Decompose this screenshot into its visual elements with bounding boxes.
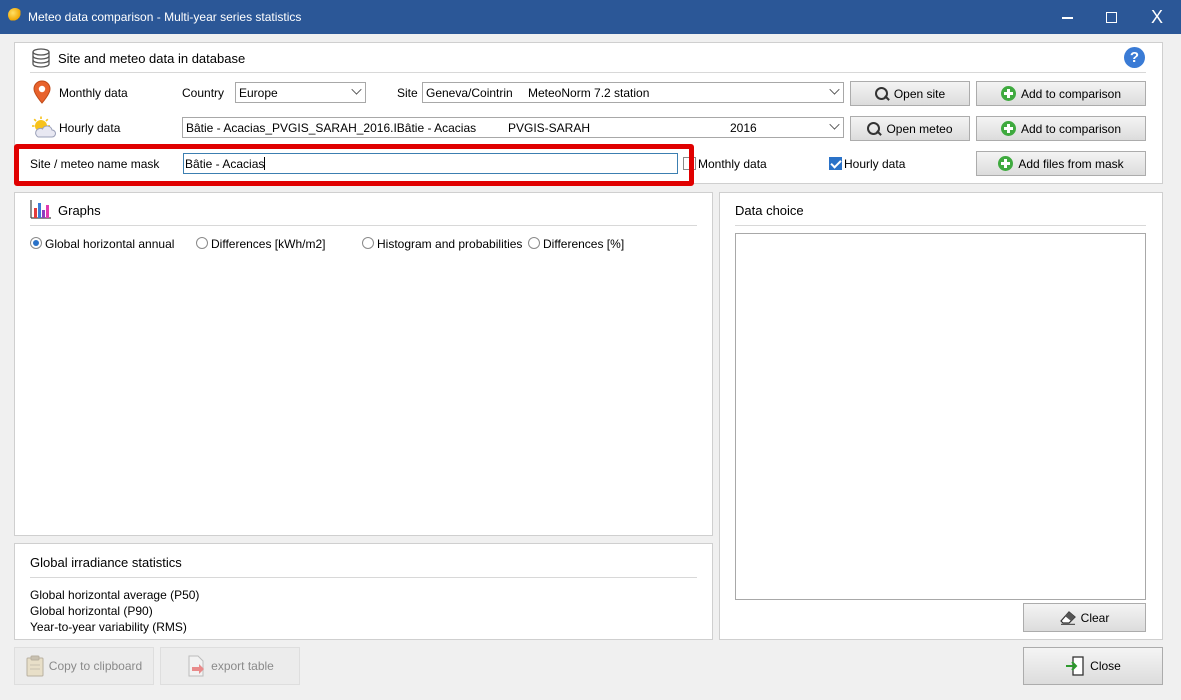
data-choice-divider [735, 225, 1146, 226]
chevron-down-icon [829, 119, 840, 130]
close-button[interactable]: Close [1023, 647, 1163, 685]
chevron-down-icon [829, 84, 840, 95]
stat-row-p90: Global horizontal (P90) [30, 604, 153, 618]
maximize-button[interactable] [1088, 0, 1134, 34]
add-to-comparison-hourly-button[interactable]: Add to comparison [976, 116, 1146, 141]
search-icon [867, 121, 881, 136]
open-meteo-button[interactable]: Open meteo [850, 116, 970, 141]
maximize-icon [1105, 11, 1117, 23]
clear-button[interactable]: Clear [1023, 603, 1146, 632]
weather-sun-cloud-icon [30, 116, 56, 143]
country-value: Europe [239, 86, 278, 100]
graphs-header: Graphs [58, 203, 101, 218]
window-title: Meteo data comparison - Multi-year serie… [28, 10, 302, 24]
site-section-header: Site and meteo data in database [58, 51, 246, 66]
copy-to-clipboard-button[interactable]: Copy to clipboard [14, 647, 154, 685]
bar-chart-icon [30, 199, 52, 222]
site-value: Geneva/Cointrin [426, 86, 513, 100]
open-meteo-label: Open meteo [886, 121, 953, 136]
eraser-icon [1059, 610, 1076, 625]
add-comparison-label: Add to comparison [1020, 121, 1122, 136]
monthly-data-checkbox-label: Monthly data [698, 157, 767, 171]
chevron-down-icon [351, 84, 362, 95]
copy-label: Copy to clipboard [48, 659, 143, 673]
app-icon [8, 8, 22, 22]
hourly-data-checkbox[interactable] [829, 157, 842, 170]
radio-differences-percent[interactable] [528, 237, 540, 249]
highlight-annotation [14, 144, 694, 186]
radio-label: Differences [kWh/m2] [211, 237, 326, 251]
add-icon [1000, 86, 1016, 101]
add-icon [1000, 121, 1016, 136]
monthly-data-label: Monthly data [59, 86, 128, 100]
country-label: Country [182, 86, 225, 100]
stat-row-rms: Year-to-year variability (RMS) [30, 620, 187, 634]
minimize-icon [1061, 17, 1073, 19]
graphs-divider [30, 225, 697, 226]
add-files-mask-label: Add files from mask [1018, 156, 1124, 171]
add-to-comparison-monthly-button[interactable]: Add to comparison [976, 81, 1146, 106]
export-label: export table [211, 659, 274, 673]
close-label: Close [1090, 659, 1121, 673]
radio-label: Global horizontal annual [45, 237, 175, 251]
export-icon [188, 655, 205, 677]
hourly-year: 2016 [730, 121, 757, 135]
minimize-button[interactable] [1044, 0, 1090, 34]
hourly-file-select[interactable]: Bâtie - Acacias_PVGIS_SARAH_2016.IBâtie … [182, 117, 844, 138]
open-site-label: Open site [893, 86, 946, 101]
statistics-divider [30, 577, 697, 578]
radio-label: Histogram and probabilities [377, 237, 523, 251]
country-select[interactable]: Europe [235, 82, 366, 103]
database-icon [32, 48, 50, 71]
exit-door-icon [1066, 656, 1084, 676]
add-files-from-mask-button[interactable]: Add files from mask [976, 151, 1146, 176]
site-section-divider [30, 72, 1146, 73]
title-bar: Meteo data comparison - Multi-year serie… [0, 0, 1181, 34]
close-icon: X [1150, 6, 1163, 27]
data-choice-header: Data choice [735, 203, 804, 218]
site-select[interactable]: Geneva/Cointrin MeteoNorm 7.2 station [422, 82, 844, 103]
hourly-file-value: Bâtie - Acacias_PVGIS_SARAH_2016.IBâtie … [186, 121, 477, 135]
add-comparison-label: Add to comparison [1020, 86, 1122, 101]
radio-global-horizontal-annual[interactable] [30, 237, 42, 249]
radio-histogram[interactable] [362, 237, 374, 249]
clear-label: Clear [1080, 610, 1110, 625]
hourly-data-checkbox-label: Hourly data [844, 157, 906, 171]
help-icon[interactable]: ? [1124, 47, 1145, 68]
radio-label: Differences [%] [543, 237, 625, 251]
radio-differences-kwh[interactable] [196, 237, 208, 249]
location-pin-icon [33, 80, 51, 107]
open-site-button[interactable]: Open site [850, 81, 970, 106]
data-choice-list[interactable] [735, 233, 1146, 600]
clipboard-icon [26, 655, 44, 677]
search-icon [874, 86, 889, 101]
statistics-header: Global irradiance statistics [30, 555, 182, 570]
stat-row-p50: Global horizontal average (P50) [30, 588, 200, 602]
site-source: MeteoNorm 7.2 station [528, 86, 650, 100]
add-icon [998, 156, 1014, 171]
hourly-data-label: Hourly data [59, 121, 121, 135]
close-window-button[interactable]: X [1134, 0, 1180, 34]
hourly-source: PVGIS-SARAH [508, 121, 591, 135]
site-label: Site [397, 86, 418, 100]
export-table-button[interactable]: export table [160, 647, 300, 685]
